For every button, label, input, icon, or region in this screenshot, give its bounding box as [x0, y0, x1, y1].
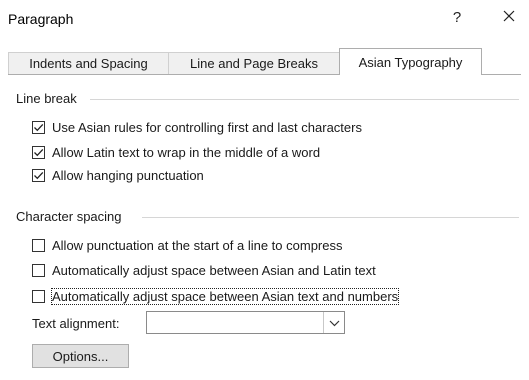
checkbox-label: Allow punctuation at the start of a line…	[52, 237, 343, 253]
help-button[interactable]: ?	[450, 9, 464, 26]
checkbox-row-asian-numbers-spacing[interactable]: Automatically adjust space between Asian…	[32, 286, 400, 306]
dropdown-arrow[interactable]	[323, 312, 344, 333]
checkbox-unchecked[interactable]	[32, 289, 45, 303]
text-alignment-label: Text alignment:	[32, 316, 120, 331]
checkbox-row-use-asian-rules[interactable]: Use Asian rules for controlling first an…	[32, 117, 362, 137]
tab-asian-typography[interactable]: Asian Typography	[339, 48, 482, 75]
checkbox-label: Automatically adjust space between Asian…	[50, 287, 400, 305]
checkbox-label: Automatically adjust space between Asian…	[52, 262, 376, 278]
tab-line-and-page-breaks[interactable]: Line and Page Breaks	[168, 52, 340, 74]
checkbox-unchecked[interactable]	[32, 238, 45, 252]
checkbox-row-punctuation-compress[interactable]: Allow punctuation at the start of a line…	[32, 235, 343, 255]
dialog-title: Paragraph	[8, 11, 74, 27]
checkbox-label: Use Asian rules for controlling first an…	[52, 119, 362, 135]
character-spacing-group-label: Character spacing	[16, 209, 128, 224]
character-spacing-group-rule	[142, 217, 519, 218]
text-alignment-select[interactable]	[146, 311, 345, 334]
checkbox-checked-icon[interactable]	[32, 168, 45, 182]
checkbox-checked-icon[interactable]	[32, 145, 45, 159]
options-button[interactable]: Options...	[32, 344, 129, 368]
close-button[interactable]	[499, 6, 519, 26]
chevron-down-icon	[329, 315, 340, 330]
checkbox-row-allow-latin-wrap[interactable]: Allow Latin text to wrap in the middle o…	[32, 142, 320, 162]
checkbox-row-allow-hanging-punctuation[interactable]: Allow hanging punctuation	[32, 165, 204, 185]
checkbox-row-asian-latin-spacing[interactable]: Automatically adjust space between Asian…	[32, 260, 376, 280]
checkbox-label: Allow hanging punctuation	[52, 167, 204, 183]
line-break-group-label: Line break	[16, 91, 83, 106]
tab-indents-and-spacing[interactable]: Indents and Spacing	[8, 52, 169, 74]
checkbox-label: Allow Latin text to wrap in the middle o…	[52, 144, 321, 160]
checkbox-checked-icon[interactable]	[32, 120, 45, 134]
close-icon	[499, 6, 519, 26]
line-break-group-rule	[90, 99, 519, 100]
checkbox-unchecked[interactable]	[32, 263, 45, 277]
